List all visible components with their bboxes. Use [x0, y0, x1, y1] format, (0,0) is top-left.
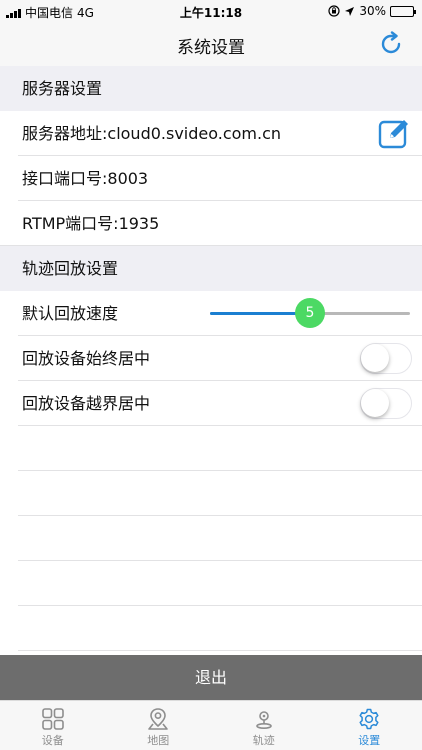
status-right: 30%	[328, 4, 416, 18]
tab-track[interactable]: 轨迹	[211, 701, 317, 750]
always-center-label: 回放设备始终居中	[22, 349, 151, 368]
playback-speed-label: 默认回放速度	[22, 304, 119, 323]
tab-settings[interactable]: 设置	[317, 701, 422, 750]
out-of-bounds-center-row: 回放设备越界居中	[0, 381, 422, 426]
empty-row	[0, 516, 422, 561]
status-bar: 中国电信 4G 上午11:18 30%	[0, 0, 422, 22]
logout-button[interactable]: 退出	[0, 655, 422, 700]
always-center-toggle[interactable]	[360, 343, 412, 374]
slider-thumb[interactable]: 5	[295, 298, 325, 328]
location-arrow-icon	[345, 6, 355, 16]
orientation-lock-icon	[328, 5, 340, 17]
playback-speed-slider[interactable]: 5	[210, 291, 410, 336]
battery-icon	[390, 5, 416, 17]
empty-row	[0, 426, 422, 471]
playback-section-header: 轨迹回放设置	[0, 246, 422, 291]
tab-label: 设置	[358, 734, 381, 747]
tab-label: 地图	[147, 734, 170, 747]
toggle-knob	[361, 389, 389, 417]
edit-icon[interactable]	[378, 116, 412, 150]
tab-label: 轨迹	[252, 734, 275, 747]
out-of-bounds-center-toggle[interactable]	[360, 388, 412, 419]
empty-row	[0, 561, 422, 606]
tab-devices[interactable]: 设备	[0, 701, 106, 750]
grid-icon	[41, 708, 64, 730]
playback-speed-row: 默认回放速度 5	[0, 291, 422, 336]
out-of-bounds-center-label: 回放设备越界居中	[22, 394, 151, 413]
server-address-row: 服务器地址:cloud0.svideo.com.cn	[0, 111, 422, 156]
server-address-label: 服务器地址:cloud0.svideo.com.cn	[22, 124, 282, 143]
empty-row	[0, 606, 422, 651]
map-pin-icon	[148, 708, 169, 730]
track-icon	[255, 711, 272, 729]
gear-icon	[359, 708, 379, 730]
battery-percent: 30%	[359, 4, 386, 18]
toggle-knob	[361, 344, 389, 372]
api-port-label: 接口端口号:8003	[22, 169, 149, 188]
tab-bar: 设备 地图 轨迹 设置	[0, 700, 422, 750]
rtmp-port-row: RTMP端口号:1935	[0, 201, 422, 246]
tab-label: 设备	[41, 734, 64, 747]
empty-row	[0, 471, 422, 516]
server-section-header: 服务器设置	[0, 66, 422, 111]
refresh-icon[interactable]	[378, 31, 404, 57]
nav-bar: 系统设置	[0, 22, 422, 66]
api-port-row: 接口端口号:8003	[0, 156, 422, 201]
rtmp-port-label: RTMP端口号:1935	[22, 214, 160, 233]
always-center-row: 回放设备始终居中	[0, 336, 422, 381]
tab-map[interactable]: 地图	[106, 701, 212, 750]
page-title: 系统设置	[177, 38, 245, 58]
